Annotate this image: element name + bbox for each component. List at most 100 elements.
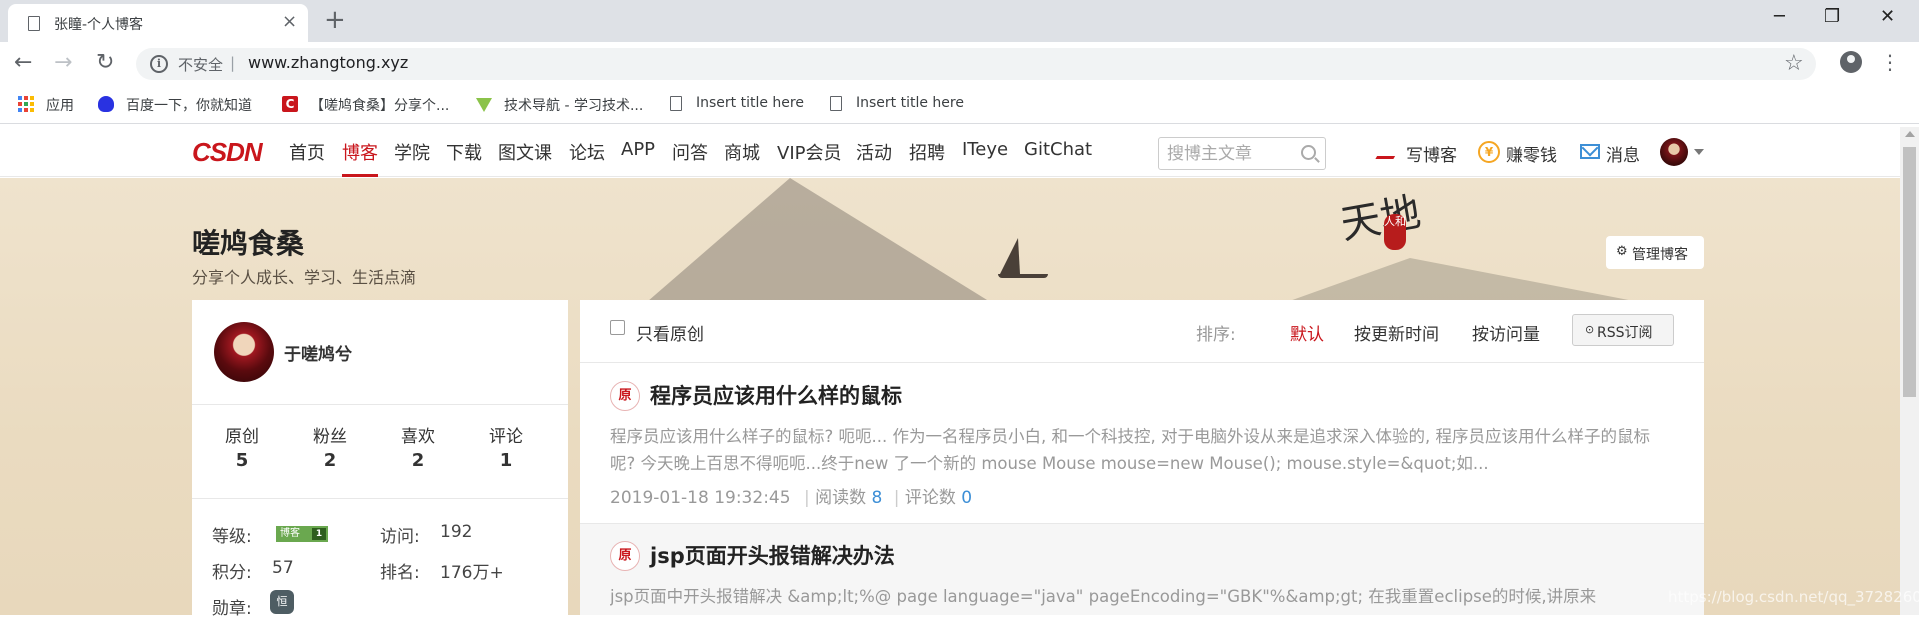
reload-icon[interactable]: ↻ xyxy=(96,50,114,76)
watermark: https://blog.csdn.net/qq_37282601 xyxy=(1668,588,1919,606)
sort-by-visits[interactable]: 按访问量 xyxy=(1472,320,1540,345)
bookmark-insert-title-2[interactable]: Insert title here xyxy=(856,95,964,111)
only-original-checkbox[interactable] xyxy=(610,320,625,335)
csdn-logo[interactable]: CSDN xyxy=(192,137,263,168)
nav-course[interactable]: 图文课 xyxy=(498,139,552,165)
only-original-label[interactable]: 只看原创 xyxy=(636,320,704,345)
bookmark-star-icon[interactable]: ☆ xyxy=(1784,51,1804,76)
page-scrollbar[interactable] xyxy=(1900,127,1919,615)
active-nav-underline xyxy=(342,174,378,177)
medal-icon[interactable]: 恒 xyxy=(270,590,294,614)
nav-events[interactable]: 活动 xyxy=(856,139,892,165)
maximize-icon[interactable]: ❐ xyxy=(1824,6,1840,28)
points-label: 积分: xyxy=(212,563,252,583)
stat-label: 评论 xyxy=(489,427,523,447)
minimize-icon[interactable]: ─ xyxy=(1774,6,1785,28)
list-item[interactable]: 原 jsp页面开头报错解决办法 jsp页面中开头报错解决 &amp;lt;%@ … xyxy=(580,523,1704,615)
manage-blog-button[interactable]: ⚙ 管理博客 xyxy=(1606,236,1704,269)
stat-fans[interactable]: 粉丝 2 xyxy=(290,422,370,471)
address-bar[interactable]: i 不安全 | www.zhangtong.xyz ☆ xyxy=(136,48,1816,80)
gear-icon: ⚙ xyxy=(1616,244,1628,259)
sort-by-update-time[interactable]: 按更新时间 xyxy=(1354,320,1439,345)
scroll-thumb[interactable] xyxy=(1903,147,1916,397)
nav-download[interactable]: 下载 xyxy=(446,139,482,165)
reads-count: 8 xyxy=(871,488,883,508)
stat-value: 2 xyxy=(411,450,425,471)
bookmark-apps[interactable]: 应用 xyxy=(46,95,74,115)
nav-app[interactable]: APP xyxy=(621,139,655,160)
nav-mall[interactable]: 商城 xyxy=(724,139,760,165)
earn-money-link[interactable]: 赚零钱 xyxy=(1506,141,1557,166)
article-summary[interactable]: jsp页面中开头报错解决 &amp;lt;%@ page language="j… xyxy=(610,583,1670,610)
new-tab-icon[interactable]: + xyxy=(324,6,346,34)
browser-tab-bar: 张瞳-个人博客 × + ─ ❐ ✕ xyxy=(0,0,1919,42)
rss-subscribe-button[interactable]: ⊙ RSS订阅 xyxy=(1572,314,1674,346)
url-separator: | xyxy=(230,54,236,72)
stat-label: 喜欢 xyxy=(401,427,435,447)
nav-qa[interactable]: 问答 xyxy=(672,139,708,165)
red-seal-icon: 人和 xyxy=(1384,214,1406,250)
user-avatar[interactable] xyxy=(1660,138,1688,166)
forward-icon[interactable]: → xyxy=(54,50,72,76)
avatar[interactable] xyxy=(214,322,274,382)
nav-blog[interactable]: 博客 xyxy=(342,139,378,165)
bookmark-blog[interactable]: 【嗟鸠食桑】分享个... xyxy=(310,95,449,115)
close-window-icon[interactable]: ✕ xyxy=(1880,6,1895,28)
messages-link[interactable]: 消息 xyxy=(1606,141,1640,166)
scroll-up-icon[interactable] xyxy=(1905,131,1915,137)
article-summary[interactable]: 程序员应该用什么样子的鼠标? 呃呃... 作为一名程序员小白, 和一个科技控, … xyxy=(610,423,1670,477)
baidu-paw-icon xyxy=(98,96,114,112)
back-icon[interactable]: ← xyxy=(14,50,32,76)
stat-original[interactable]: 原创 5 xyxy=(202,422,282,471)
nav-forum[interactable]: 论坛 xyxy=(569,139,605,165)
insecure-label[interactable]: 不安全 xyxy=(178,54,223,75)
rss-icon: ⊙ xyxy=(1585,323,1595,336)
bookmark-tech-nav[interactable]: 技术导航 - 学习技术... xyxy=(504,95,643,115)
nav-gitchat[interactable]: GitChat xyxy=(1024,139,1092,160)
write-blog-link[interactable]: 写博客 xyxy=(1406,141,1457,166)
rank-value: 176万+ xyxy=(440,563,504,583)
comments-count: 0 xyxy=(961,488,973,508)
level-badge[interactable]: 博客 1 xyxy=(276,526,328,542)
blog-subtitle: 分享个人成长、学习、生活点滴 xyxy=(192,268,417,287)
gem-icon xyxy=(476,98,492,112)
bookmark-baidu[interactable]: 百度一下，你就知道 xyxy=(126,95,252,115)
medal-label: 勋章: xyxy=(212,599,252,619)
menu-dots-icon[interactable]: ⋮ xyxy=(1880,50,1900,74)
blog-search-box[interactable] xyxy=(1158,137,1326,170)
nav-academy[interactable]: 学院 xyxy=(394,139,430,165)
blog-search-input[interactable] xyxy=(1167,142,1297,165)
page-icon xyxy=(670,96,682,111)
username[interactable]: 于嗟鸠兮 xyxy=(284,340,352,365)
account-icon[interactable] xyxy=(1840,51,1862,73)
points-value: 57 xyxy=(272,558,294,578)
tab-title: 张瞳-个人博客 xyxy=(54,17,144,33)
document-icon xyxy=(28,16,40,31)
article-date: 2019-01-18 19:32:45 xyxy=(610,488,791,508)
sort-default[interactable]: 默认 xyxy=(1290,320,1324,345)
article-title[interactable]: 程序员应该用什么样的鼠标 xyxy=(650,380,902,410)
info-icon[interactable]: i xyxy=(150,55,168,73)
article-title[interactable]: jsp页面开头报错解决办法 xyxy=(650,540,895,570)
divider xyxy=(192,404,568,405)
search-icon[interactable] xyxy=(1301,145,1316,160)
stat-value: 5 xyxy=(235,450,249,471)
blog-title[interactable]: 嗟鸠食桑 xyxy=(192,222,304,262)
browser-tab[interactable]: 张瞳-个人博客 × xyxy=(8,4,308,42)
list-item[interactable]: 原 程序员应该用什么样的鼠标 程序员应该用什么样子的鼠标? 呃呃... 作为一名… xyxy=(580,364,1704,522)
stat-value: 1 xyxy=(499,450,513,471)
nav-home[interactable]: 首页 xyxy=(289,139,325,165)
stat-likes[interactable]: 喜欢 2 xyxy=(378,422,458,471)
apps-grid-icon xyxy=(18,96,34,112)
bookmark-insert-title-1[interactable]: Insert title here xyxy=(696,95,804,111)
nav-vip[interactable]: VIP会员 xyxy=(777,139,841,165)
csdn-icon: C xyxy=(282,96,298,112)
stat-comments[interactable]: 评论 1 xyxy=(466,422,546,471)
calligraphy-text: 天地 xyxy=(1337,189,1425,249)
tab-close-icon[interactable]: × xyxy=(282,12,297,32)
nav-iteye[interactable]: ITeye xyxy=(962,139,1008,160)
browser-toolbar: ← → ↻ i 不安全 | www.zhangtong.xyz ☆ ⋮ xyxy=(0,42,1919,86)
nav-jobs[interactable]: 招聘 xyxy=(909,139,945,165)
chevron-down-icon[interactable] xyxy=(1694,149,1704,155)
url-text[interactable]: www.zhangtong.xyz xyxy=(248,53,408,72)
